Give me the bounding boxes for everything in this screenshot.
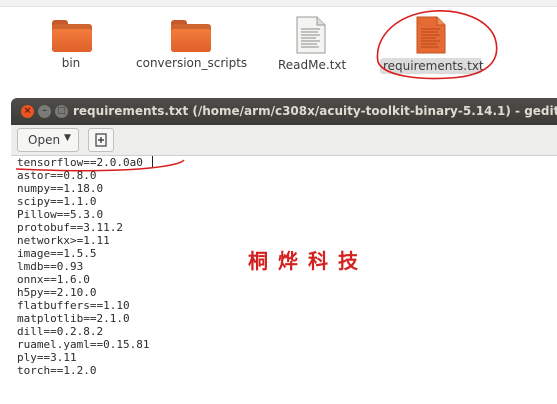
new-document-icon — [95, 133, 107, 147]
close-icon: × — [23, 106, 32, 116]
maximize-icon: □ — [57, 106, 66, 116]
editor-line: astor==0.8.0 — [17, 169, 97, 182]
file-item-label: ReadMe.txt — [278, 58, 347, 72]
folder-icon — [171, 16, 211, 52]
text-editor[interactable]: tensorflow==2.0.0a0 astor==0.8.0 numpy==… — [17, 156, 553, 404]
file-item-readme[interactable]: ReadMe.txt — [278, 16, 347, 72]
file-manager-top-strip — [0, 0, 557, 7]
text-file-icon — [296, 16, 326, 54]
file-item-label: requirements.txt — [380, 58, 484, 74]
editor-line: numpy==1.18.0 — [17, 182, 104, 195]
new-document-button[interactable] — [88, 128, 114, 152]
editor-line: h5py==2.10.0 — [17, 286, 97, 299]
close-button[interactable]: × — [21, 105, 34, 118]
open-button[interactable]: Open ▼ — [17, 128, 79, 152]
toolbar: Open ▼ — [11, 125, 557, 156]
minimize-icon: – — [42, 106, 47, 116]
folder-icon — [52, 16, 92, 52]
editor-line: flatbuffers==1.10 — [17, 299, 130, 312]
editor-line: image==1.5.5 — [17, 247, 97, 260]
editor-line: tensorflow==2.0.0a0 — [17, 156, 143, 169]
file-manager-view: bin conversion_scripts ReadMe.txt requir… — [0, 0, 557, 98]
editor-line: scipy==1.1.0 — [17, 195, 97, 208]
editor-line: lmdb==0.93 — [17, 260, 84, 273]
editor-line: dill==0.2.8.2 — [17, 325, 104, 338]
file-item-bin[interactable]: bin — [52, 16, 92, 70]
file-item-requirements[interactable]: requirements.txt — [380, 16, 484, 74]
window-titlebar[interactable]: × – □ requirements.txt (/home/arm/c308x/… — [11, 98, 557, 125]
editor-line: matplotlib==2.1.0 — [17, 312, 130, 325]
file-item-label: conversion_scripts — [136, 56, 248, 70]
window-title: requirements.txt (/home/arm/c308x/acuity… — [73, 104, 557, 118]
text-file-icon — [416, 16, 446, 54]
minimize-button[interactable]: – — [38, 105, 51, 118]
file-item-label: bin — [61, 56, 81, 70]
editor-line: networkx>=1.11 — [17, 234, 110, 247]
watermark-text: 桐烨科技 — [248, 249, 368, 273]
editor-line: ruamel.yaml==0.15.81 — [17, 338, 150, 351]
open-button-label: Open — [28, 133, 61, 147]
file-item-conversion-scripts[interactable]: conversion_scripts — [136, 16, 248, 70]
editor-line: ply==3.11 — [17, 351, 77, 364]
editor-line: Pillow==5.3.0 — [17, 208, 104, 221]
chevron-down-icon: ▼ — [64, 133, 71, 143]
editor-line: protobuf==3.11.2 — [17, 221, 123, 234]
editor-line: onnx==1.6.0 — [17, 273, 90, 286]
maximize-button[interactable]: □ — [55, 105, 68, 118]
text-cursor — [152, 156, 153, 168]
editor-line: torch==1.2.0 — [17, 364, 97, 377]
